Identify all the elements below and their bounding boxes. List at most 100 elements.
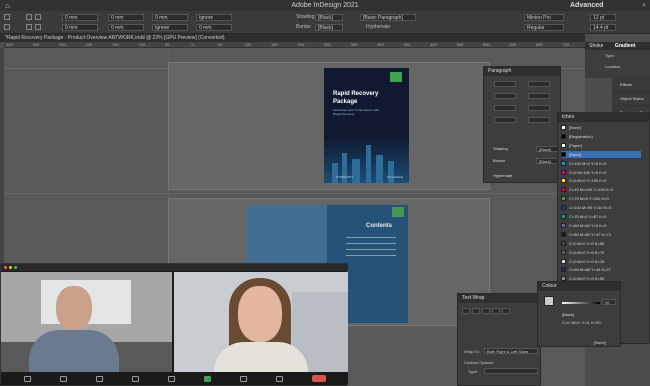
wrap-none-icon[interactable]: [462, 308, 470, 314]
wrap-bounding-box-icon[interactable]: [472, 308, 480, 314]
swatch-item[interactable]: [None]: [561, 124, 641, 131]
swatch-item[interactable]: C=15 M=100 Y=100 K=0: [561, 186, 641, 193]
fill-swatch[interactable]: [544, 296, 554, 306]
indent-field[interactable]: [528, 81, 550, 87]
swatch-item[interactable]: C=0 M=100 Y=0 K=0: [561, 169, 641, 176]
hyphenate-checkbox[interactable]: Hyphenate: [493, 173, 512, 178]
selected-swatch-name: [Black]: [562, 312, 575, 317]
reactions-icon[interactable]: [275, 375, 283, 382]
right-indent-field[interactable]: 0 mm: [108, 14, 144, 21]
border-color-field[interactable]: [Black]: [536, 158, 558, 164]
reference-point-icon[interactable]: [4, 14, 10, 20]
tint-slider[interactable]: [562, 302, 600, 304]
drop-cap-field[interactable]: [494, 117, 516, 123]
video-icon[interactable]: [59, 375, 67, 382]
swatch-item[interactable]: C=100 M=0 Y=0 K=0: [561, 160, 641, 167]
swatch-color-chip: [561, 231, 566, 237]
indent-field[interactable]: [494, 81, 516, 87]
contour-type-dropdown[interactable]: [484, 368, 538, 374]
object-styles-panel-button[interactable]: Object Styles: [612, 92, 650, 106]
swatch-item[interactable]: C=0 M=0 Y=0 K=15: [561, 258, 641, 265]
drop-cap-lines-field[interactable]: 0 mm: [196, 24, 232, 31]
contour-type-label: Type:: [468, 369, 478, 374]
minimize-icon[interactable]: [9, 266, 12, 269]
indent-field[interactable]: [494, 93, 516, 99]
shading-color-field[interactable]: [Black]: [315, 14, 343, 21]
tab-stroke[interactable]: Stroke: [589, 43, 603, 49]
space-field[interactable]: [494, 105, 516, 111]
tint-field[interactable]: 20: [602, 299, 616, 305]
wrap-next-column-icon[interactable]: [502, 308, 510, 314]
none-swatch[interactable]: [None]: [594, 340, 606, 345]
cover-page[interactable]: Rapid Recovery Package Accelerate your I…: [324, 68, 409, 183]
participants-icon[interactable]: [131, 375, 139, 382]
first-line-indent-field[interactable]: 0 mm: [62, 24, 98, 31]
wrap-to-dropdown[interactable]: Both Right & Left Sides: [484, 348, 538, 354]
swatch-item[interactable]: C=0 M=0 Y=0 K=80: [561, 240, 641, 247]
video-call-window[interactable]: [0, 263, 348, 386]
justify-icon[interactable]: [35, 24, 41, 30]
tab-gradient[interactable]: Gradient: [615, 43, 636, 49]
hyphenate-checkbox[interactable]: Hyphenate: [366, 24, 390, 31]
effects-panel-button[interactable]: Effects: [612, 78, 650, 92]
indesign-window: ⌂ Adobe InDesign 2021 Advanced ⌕ 0 mm 0 …: [0, 0, 650, 386]
colour-panel[interactable]: Colour 20 [Black] C=0, M=0, Y=0, K=20 [N…: [537, 281, 621, 347]
paragraph-panel[interactable]: Paragraph Shading [Black] Border [Black]…: [483, 66, 561, 183]
border-label: Border: [296, 24, 312, 30]
indent-field[interactable]: [528, 93, 550, 99]
record-icon[interactable]: [239, 375, 247, 382]
video-call-titlebar[interactable]: [1, 264, 348, 271]
participant-video-2[interactable]: [174, 272, 348, 374]
security-icon[interactable]: [95, 375, 103, 382]
border-checkbox[interactable]: Border: [493, 158, 505, 163]
swatch-item[interactable]: [Registration]: [561, 133, 641, 140]
last-line-indent-field[interactable]: 0 mm: [108, 24, 144, 31]
participant-video-1[interactable]: [1, 272, 172, 374]
drop-cap-field[interactable]: [528, 117, 550, 123]
swatch-item[interactable]: [Black]: [561, 150, 641, 158]
font-size-field[interactable]: 12 pt: [590, 14, 616, 21]
leave-button[interactable]: [311, 375, 326, 382]
shading-checkbox[interactable]: Shading: [493, 146, 508, 151]
font-family-dropdown[interactable]: Minion Pro: [524, 14, 564, 21]
paragraph-style-dropdown[interactable]: [Basic Paragraph]: [360, 14, 416, 21]
swatch-name: C=88 M=80 Y=47 K=72: [569, 231, 611, 237]
maximize-icon[interactable]: [14, 266, 17, 269]
wrap-object-shape-icon[interactable]: [482, 308, 490, 314]
document-tab[interactable]: *Rapid Recovery Package - Product Overvi…: [0, 34, 585, 42]
swatch-item[interactable]: C=65 M=60 Y=0 K=0: [561, 222, 641, 229]
reference-point-icon[interactable]: [4, 24, 10, 30]
search-icon[interactable]: ⌕: [642, 0, 646, 11]
close-icon[interactable]: [4, 266, 7, 269]
left-indent-field[interactable]: 0 mm: [62, 14, 98, 21]
drop-cap-field[interactable]: Ignore: [196, 14, 232, 21]
swatch-item[interactable]: C=0 M=0 Y=0 K=70: [561, 249, 641, 256]
swatch-item[interactable]: C=88 M=80 Y=47 K=72: [561, 231, 641, 238]
workspace-switcher[interactable]: Advanced: [570, 0, 603, 11]
swatch-item[interactable]: C=75 M=5 Y=100 K=0: [561, 195, 641, 202]
leading-field[interactable]: 14.4 pt: [590, 24, 616, 31]
page-edge: [4, 193, 585, 194]
shading-color-field[interactable]: [Black]: [536, 146, 558, 152]
text-wrap-panel[interactable]: Text Wrap Wrap To: Both Right & Left Sid…: [457, 293, 541, 386]
wrap-jump-object-icon[interactable]: [492, 308, 500, 314]
space-after-field[interactable]: Ignore: [152, 24, 188, 31]
space-before-field[interactable]: 0 mm: [152, 14, 188, 21]
font-style-dropdown[interactable]: Regular: [524, 24, 564, 31]
share-screen-icon[interactable]: [203, 375, 211, 382]
mute-icon[interactable]: [23, 375, 31, 382]
swatch-item[interactable]: [Paper]: [561, 142, 641, 149]
align-right-icon[interactable]: [26, 24, 32, 30]
chat-icon[interactable]: [167, 375, 175, 382]
swatch-item[interactable]: C=98 M=88 Y=44 K=27: [561, 266, 641, 273]
align-center-icon[interactable]: [35, 14, 41, 20]
stroke-panel[interactable]: Stroke Gradient Type: Location:: [585, 42, 650, 78]
border-color-field[interactable]: [Black]: [315, 24, 343, 31]
space-field[interactable]: [528, 105, 550, 111]
swatch-item[interactable]: C=0 M=0 Y=100 K=0: [561, 177, 641, 184]
align-left-icon[interactable]: [26, 14, 32, 20]
contents-title: Contents: [366, 223, 392, 229]
swatch-item[interactable]: C=75 M=0 Y=67 K=0: [561, 213, 641, 220]
swatch-item[interactable]: C=100 M=90 Y=10 K=0: [561, 204, 641, 211]
brand-accent: [392, 207, 404, 217]
